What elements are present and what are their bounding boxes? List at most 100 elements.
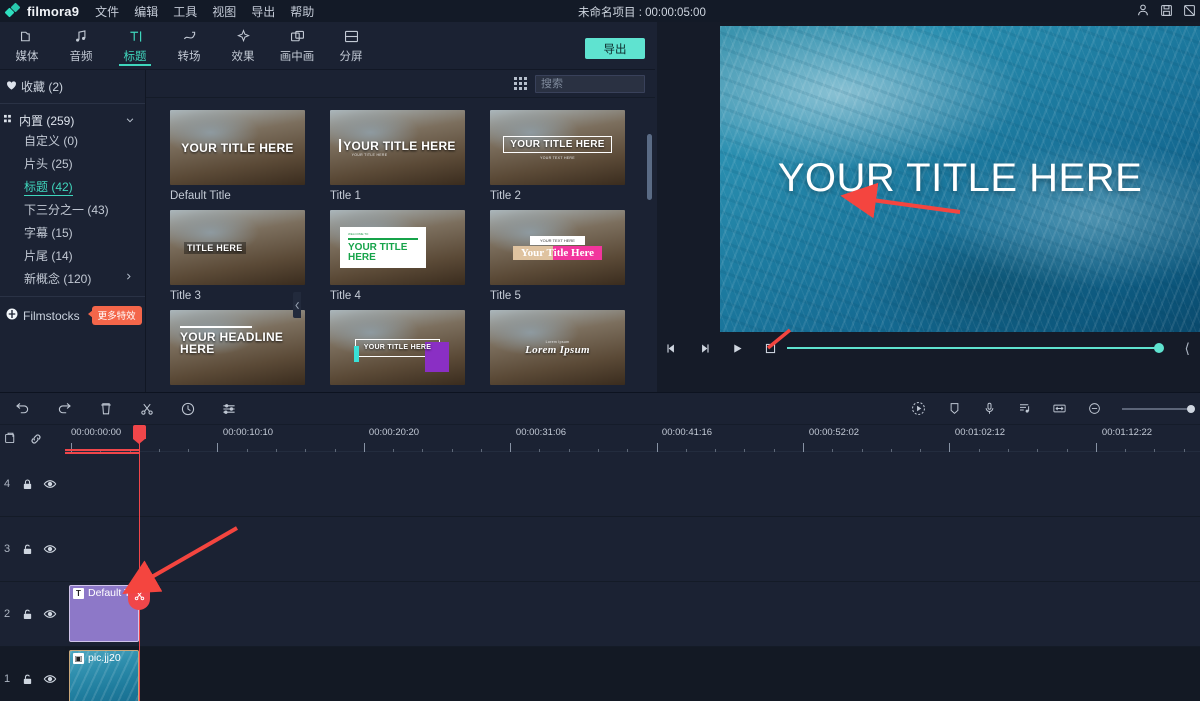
export-button[interactable]: 导出 [585, 38, 645, 59]
preview-video[interactable]: YOUR TITLE HERE [720, 26, 1200, 332]
sliders-icon[interactable] [221, 401, 237, 417]
tab-audio[interactable]: 音频 [54, 22, 108, 70]
panel-collapse-handle[interactable] [293, 292, 301, 318]
menu-item-help[interactable]: 帮助 [290, 3, 314, 20]
fit-width-icon[interactable] [1052, 401, 1067, 416]
prev-frame-button[interactable] [665, 342, 678, 355]
eye-icon[interactable] [43, 672, 57, 686]
menu-item-tools[interactable]: 工具 [173, 3, 197, 20]
track-lane[interactable] [65, 452, 1200, 516]
chevron-down-icon[interactable] [125, 114, 135, 128]
tab-effects[interactable]: 效果 [216, 22, 270, 70]
eye-icon[interactable] [43, 542, 57, 556]
save-icon[interactable] [1160, 4, 1173, 17]
sidebar-item-end-credits[interactable]: 片尾 (14) [0, 244, 145, 267]
undo-icon[interactable] [14, 400, 31, 417]
title-preset-headline[interactable]: YOUR HEADLINE HERE [170, 310, 305, 385]
next-frame-button[interactable] [698, 342, 711, 355]
link-icon[interactable] [29, 432, 43, 446]
volume-slider[interactable] [787, 343, 1164, 353]
trash-icon[interactable] [98, 401, 114, 417]
title-preset-title-1[interactable]: YOUR TITLE HERE YOUR TITLE HERE Title 1 [330, 110, 465, 202]
tab-label: 音频 [69, 51, 93, 63]
thumbnail-image: Lorem Ipsum Lorem Ipsum [490, 310, 625, 385]
lock-open-icon[interactable] [21, 608, 34, 621]
sidebar-item-opener[interactable]: 片头 (25) [0, 152, 145, 175]
sidebar-item-favorites[interactable]: 收藏 (2) [0, 70, 145, 104]
microphone-icon[interactable] [982, 401, 997, 416]
window-icon[interactable] [1183, 4, 1196, 17]
lock-closed-icon[interactable] [21, 478, 34, 491]
search-box[interactable] [535, 74, 694, 93]
account-icon[interactable] [1136, 3, 1150, 17]
sidebar-item-custom[interactable]: 自定义 (0) [0, 129, 145, 152]
menu-item-export[interactable]: 导出 [251, 3, 275, 20]
title-preset-title-2[interactable]: YOUR TITLE HERE YOUR TEXT HERE Title 2 [490, 110, 625, 202]
thumbnail-text: Your Title Here [512, 245, 603, 260]
eye-icon[interactable] [43, 477, 57, 491]
title-preset-serif[interactable]: Lorem Ipsum Lorem Ipsum [490, 310, 625, 385]
zoom-out-icon[interactable] [1087, 401, 1102, 416]
filmora-logo-icon [4, 2, 22, 18]
title-preset-title-3[interactable]: TITLE HERE Title 3 [170, 210, 305, 302]
tab-title[interactable]: 标题 [108, 22, 162, 70]
timeline-zoom-slider[interactable] [1122, 404, 1195, 413]
track-lane[interactable]: T Default T [65, 582, 1200, 646]
timeline-track-4[interactable]: 4 [0, 452, 1200, 517]
sidebar-item-lower-third[interactable]: 下三分之一 (43) [0, 198, 145, 221]
scissors-icon[interactable] [139, 401, 155, 417]
menu-item-edit[interactable]: 编辑 [134, 3, 158, 20]
split-playhead-badge[interactable] [128, 580, 150, 610]
title-library-panel: YOUR TITLE HERE Default Title YOUR TITLE… [145, 70, 694, 392]
preview-panel: YOUR TITLE HERE ⟨ [657, 22, 1200, 392]
expand-icon[interactable]: ⟨ [1185, 340, 1190, 357]
track-header: 2 [0, 582, 65, 646]
menu-item-file[interactable]: 文件 [95, 3, 119, 20]
track-lane[interactable]: ▣ pic.jj20 [65, 647, 1200, 701]
render-preview-icon[interactable] [910, 400, 927, 417]
menu-item-view[interactable]: 视图 [212, 3, 236, 20]
title-preset-title-5[interactable]: YOUR TEXT HERE Your Title Here Title 5 [490, 210, 625, 302]
chevron-right-icon[interactable] [124, 270, 133, 284]
library-scrollbar[interactable] [647, 134, 652, 200]
thumbnail-image: YOUR TITLE HERE YOUR TITLE HERE [330, 110, 465, 185]
marker-icon[interactable] [947, 401, 962, 416]
filmstocks-icon [6, 308, 18, 323]
grid-view-icon[interactable] [514, 77, 527, 90]
sidebar-item-new-concept[interactable]: 新概念 (120) [0, 267, 145, 290]
track-lane[interactable] [65, 517, 1200, 581]
tab-splitscreen[interactable]: 分屏 [324, 22, 378, 70]
ruler-tick [803, 443, 804, 452]
ruler-tick [949, 443, 951, 452]
volume-slider-knob[interactable] [1154, 343, 1164, 353]
redo-icon[interactable] [56, 400, 73, 417]
clock-icon[interactable] [180, 401, 196, 417]
sidebar-item-builtin[interactable]: 内置 (259) [0, 112, 145, 129]
sidebar-item-subtitle[interactable]: 字幕 (15) [0, 221, 145, 244]
import-media-icon[interactable] [4, 432, 17, 445]
lock-open-icon[interactable] [21, 673, 34, 686]
play-button[interactable] [731, 342, 744, 355]
timeline-clip-image[interactable]: ▣ pic.jj20 [69, 650, 139, 701]
thumbnail-row: YOUR TITLE HERE Default Title YOUR TITLE… [152, 110, 655, 202]
tab-transition[interactable]: 转场 [162, 22, 216, 70]
audio-mixer-icon[interactable] [1017, 401, 1032, 416]
sidebar-item-titles[interactable]: 标题 (42) [0, 175, 145, 198]
eye-icon[interactable] [43, 607, 57, 621]
snapshot-button[interactable] [764, 342, 777, 355]
timeline-zoom-knob[interactable] [1187, 404, 1195, 413]
lock-open-icon[interactable] [21, 543, 34, 556]
tab-pip[interactable]: 画中画 [270, 22, 324, 70]
title-preset-default-title[interactable]: YOUR TITLE HERE Default Title [170, 110, 305, 202]
preset-name: Title 5 [490, 290, 521, 302]
timeline-track-3[interactable]: 3 [0, 517, 1200, 582]
sidebar-item-filmstocks[interactable]: Filmstocks 更多特效 [0, 297, 145, 325]
title-preset-purple-frame[interactable]: YOUR TITLE HERE [330, 310, 465, 385]
ruler-ticks[interactable]: 00:00:00:00 00:00:10:10 00:00:20:20 00:0… [65, 425, 1200, 452]
track-header: 4 [0, 452, 65, 516]
title-preset-title-4[interactable]: WELCOME TO YOUR TITLE HERE Title 4 [330, 210, 465, 302]
filmstocks-badge[interactable]: 更多特效 [87, 306, 142, 325]
tab-media[interactable]: 媒体 [0, 22, 54, 70]
timeline-track-1[interactable]: 1 ▣ pic.jj20 [0, 647, 1200, 701]
timeline-track-2[interactable]: 2 T Default T [0, 582, 1200, 647]
